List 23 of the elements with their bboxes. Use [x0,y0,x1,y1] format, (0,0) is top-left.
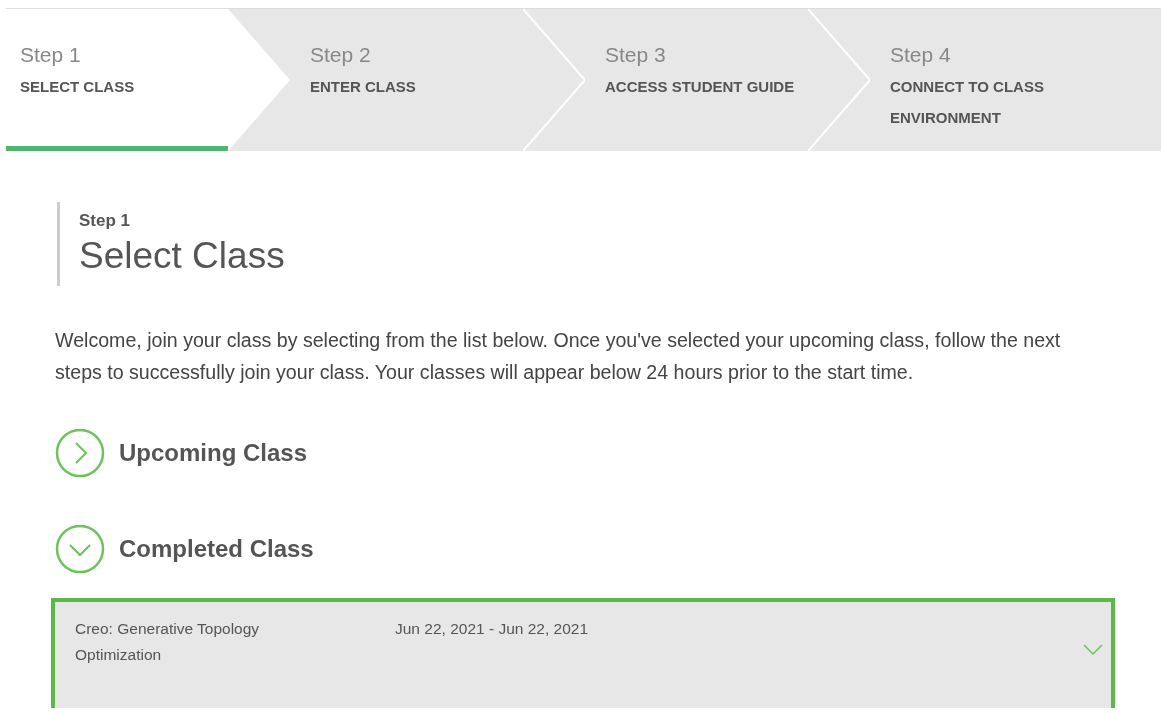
step-title: SELECT CLASS [20,76,135,97]
step-number: Step 2 [310,42,371,68]
class-row[interactable]: Creo: Generative Topology Optimization Jun 22, 2021 - Jun 22, 2021 [51,597,1115,708]
step-tab[interactable]: Step 4 CONNECT TO CLASS ENVIRONMENT [870,9,1161,151]
step-subtitle: Step 1 [79,210,132,232]
step-number: Step 4 [890,42,951,68]
chevron-right-circle-icon[interactable] [55,427,105,478]
step-tab[interactable]: Step 2 ENTER CLASS [290,9,585,151]
step-number: Step 1 [20,42,81,68]
chevron-down-circle-icon[interactable] [55,523,105,574]
class-dates: Jun 22, 2021 - Jun 22, 2021 [395,618,590,639]
step-number: Step 3 [605,42,666,68]
step-title: ENTER CLASS [310,76,416,97]
section-title[interactable]: Completed Class [119,530,314,567]
section-title[interactable]: Upcoming Class [119,434,308,471]
step-title: CONNECT TO CLASS ENVIRONMENT [890,76,1045,128]
step-tab[interactable]: Step 1 SELECT CLASS [6,9,290,151]
step-tab[interactable]: Step 3 ACCESS STUDENT GUIDE [585,9,870,151]
intro-text: Welcome, join your class by selecting from the list below. Once you've selected your upcoming class, follow the next steps to successfully join your class. Your classes will appear below 24 hours prior to the start time. [55,327,1062,385]
chevron-down-icon[interactable] [1083,643,1103,656]
class-name: Creo: Generative Topology Optimization [75,618,261,665]
page-title: Select Class [79,233,286,278]
step-title: ACCESS STUDENT GUIDE [605,76,795,97]
